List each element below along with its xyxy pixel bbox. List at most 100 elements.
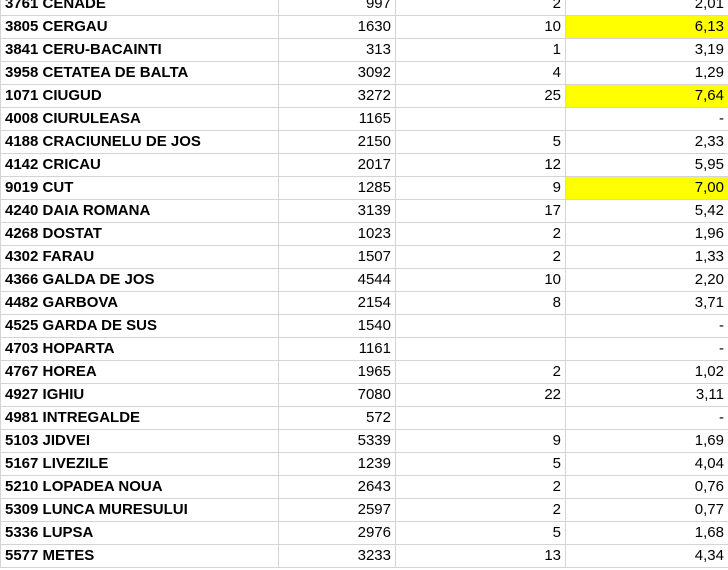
rate-cell[interactable]: 7,00	[565, 176, 728, 200]
count-cell[interactable]: 1	[395, 38, 566, 62]
population-cell[interactable]: 3233	[278, 544, 396, 568]
locality-cell[interactable]: 4703 HOPARTA	[0, 337, 279, 361]
population-cell[interactable]: 2976	[278, 521, 396, 545]
population-cell[interactable]: 1165	[278, 107, 396, 131]
locality-cell[interactable]: 4525 GARDA DE SUS	[0, 314, 279, 338]
rate-cell[interactable]: 4,04	[565, 452, 728, 476]
locality-cell[interactable]: 4927 IGHIU	[0, 383, 279, 407]
rate-cell[interactable]: 1,68	[565, 521, 728, 545]
rate-cell[interactable]: 2,20	[565, 268, 728, 292]
count-cell[interactable]	[395, 337, 566, 361]
locality-cell[interactable]: 5577 METES	[0, 544, 279, 568]
rate-cell[interactable]: 1,69	[565, 429, 728, 453]
population-cell[interactable]: 3092	[278, 61, 396, 85]
population-cell[interactable]: 1023	[278, 222, 396, 246]
locality-cell[interactable]: 5167 LIVEZILE	[0, 452, 279, 476]
population-cell[interactable]: 1507	[278, 245, 396, 269]
locality-cell[interactable]: 1071 CIUGUD	[0, 84, 279, 108]
rate-cell[interactable]: 6,13	[565, 15, 728, 39]
population-cell[interactable]: 997	[278, 0, 396, 16]
rate-cell[interactable]: 7,64	[565, 84, 728, 108]
rate-cell[interactable]: 3,71	[565, 291, 728, 315]
count-cell[interactable]: 5	[395, 130, 566, 154]
population-cell[interactable]: 2154	[278, 291, 396, 315]
locality-cell[interactable]: 4188 CRACIUNELU DE JOS	[0, 130, 279, 154]
locality-cell[interactable]: 4142 CRICAU	[0, 153, 279, 177]
count-cell[interactable]: 22	[395, 383, 566, 407]
locality-cell[interactable]: 4767 HOREA	[0, 360, 279, 384]
count-cell[interactable]: 2	[395, 498, 566, 522]
count-cell[interactable]: 10	[395, 15, 566, 39]
population-cell[interactable]: 3139	[278, 199, 396, 223]
count-cell[interactable]: 2	[395, 245, 566, 269]
rate-cell[interactable]: 0,76	[565, 475, 728, 499]
population-cell[interactable]: 3272	[278, 84, 396, 108]
count-cell[interactable]: 9	[395, 176, 566, 200]
locality-cell[interactable]: 5309 LUNCA MURESULUI	[0, 498, 279, 522]
locality-cell[interactable]: 9019 CUT	[0, 176, 279, 200]
rate-cell[interactable]: 4,34	[565, 544, 728, 568]
rate-cell[interactable]: 1,33	[565, 245, 728, 269]
rate-cell[interactable]: 1,29	[565, 61, 728, 85]
count-cell[interactable]	[395, 107, 566, 131]
locality-cell[interactable]: 4981 INTREGALDE	[0, 406, 279, 430]
count-cell[interactable]: 12	[395, 153, 566, 177]
count-cell[interactable]: 2	[395, 360, 566, 384]
population-cell[interactable]: 2597	[278, 498, 396, 522]
rate-cell[interactable]: -	[565, 337, 728, 361]
population-cell[interactable]: 4544	[278, 268, 396, 292]
locality-cell[interactable]: 5210 LOPADEA NOUA	[0, 475, 279, 499]
rate-cell[interactable]: 5,95	[565, 153, 728, 177]
count-cell[interactable]: 2	[395, 475, 566, 499]
count-cell[interactable]: 4	[395, 61, 566, 85]
count-cell[interactable]: 13	[395, 544, 566, 568]
population-cell[interactable]: 2643	[278, 475, 396, 499]
rate-cell[interactable]: 1,02	[565, 360, 728, 384]
rate-cell[interactable]: -	[565, 107, 728, 131]
locality-cell[interactable]: 4008 CIURULEASA	[0, 107, 279, 131]
population-cell[interactable]: 1630	[278, 15, 396, 39]
count-cell[interactable]: 2	[395, 0, 566, 16]
rate-cell[interactable]: 0,77	[565, 498, 728, 522]
locality-cell[interactable]: 4240 DAIA ROMANA	[0, 199, 279, 223]
population-cell[interactable]: 313	[278, 38, 396, 62]
rate-cell[interactable]: -	[565, 314, 728, 338]
locality-cell[interactable]: 4302 FARAU	[0, 245, 279, 269]
population-cell[interactable]: 1161	[278, 337, 396, 361]
population-cell[interactable]: 572	[278, 406, 396, 430]
population-cell[interactable]: 5339	[278, 429, 396, 453]
count-cell[interactable]: 10	[395, 268, 566, 292]
count-cell[interactable]: 9	[395, 429, 566, 453]
population-cell[interactable]: 7080	[278, 383, 396, 407]
population-cell[interactable]: 2017	[278, 153, 396, 177]
count-cell[interactable]: 8	[395, 291, 566, 315]
locality-cell[interactable]: 3841 CERU-BACAINTI	[0, 38, 279, 62]
rate-cell[interactable]: 1,96	[565, 222, 728, 246]
locality-cell[interactable]: 4268 DOSTAT	[0, 222, 279, 246]
rate-cell[interactable]: 2,01	[565, 0, 728, 16]
count-cell[interactable]: 5	[395, 452, 566, 476]
population-cell[interactable]: 2150	[278, 130, 396, 154]
count-cell[interactable]: 25	[395, 84, 566, 108]
count-cell[interactable]	[395, 406, 566, 430]
population-cell[interactable]: 1285	[278, 176, 396, 200]
population-cell[interactable]: 1965	[278, 360, 396, 384]
rate-cell[interactable]: 3,19	[565, 38, 728, 62]
population-cell[interactable]: 1540	[278, 314, 396, 338]
locality-cell[interactable]: 5336 LUPSA	[0, 521, 279, 545]
rate-cell[interactable]: -	[565, 406, 728, 430]
locality-cell[interactable]: 3958 CETATEA DE BALTA	[0, 61, 279, 85]
locality-cell[interactable]: 5103 JIDVEI	[0, 429, 279, 453]
count-cell[interactable]: 2	[395, 222, 566, 246]
rate-cell[interactable]: 2,33	[565, 130, 728, 154]
rate-cell[interactable]: 3,11	[565, 383, 728, 407]
rate-cell[interactable]: 5,42	[565, 199, 728, 223]
locality-cell[interactable]: 3761 CENADE	[0, 0, 279, 16]
count-cell[interactable]	[395, 314, 566, 338]
locality-cell[interactable]: 4366 GALDA DE JOS	[0, 268, 279, 292]
locality-cell[interactable]: 3805 CERGAU	[0, 15, 279, 39]
count-cell[interactable]: 5	[395, 521, 566, 545]
count-cell[interactable]: 17	[395, 199, 566, 223]
population-cell[interactable]: 1239	[278, 452, 396, 476]
locality-cell[interactable]: 4482 GARBOVA	[0, 291, 279, 315]
